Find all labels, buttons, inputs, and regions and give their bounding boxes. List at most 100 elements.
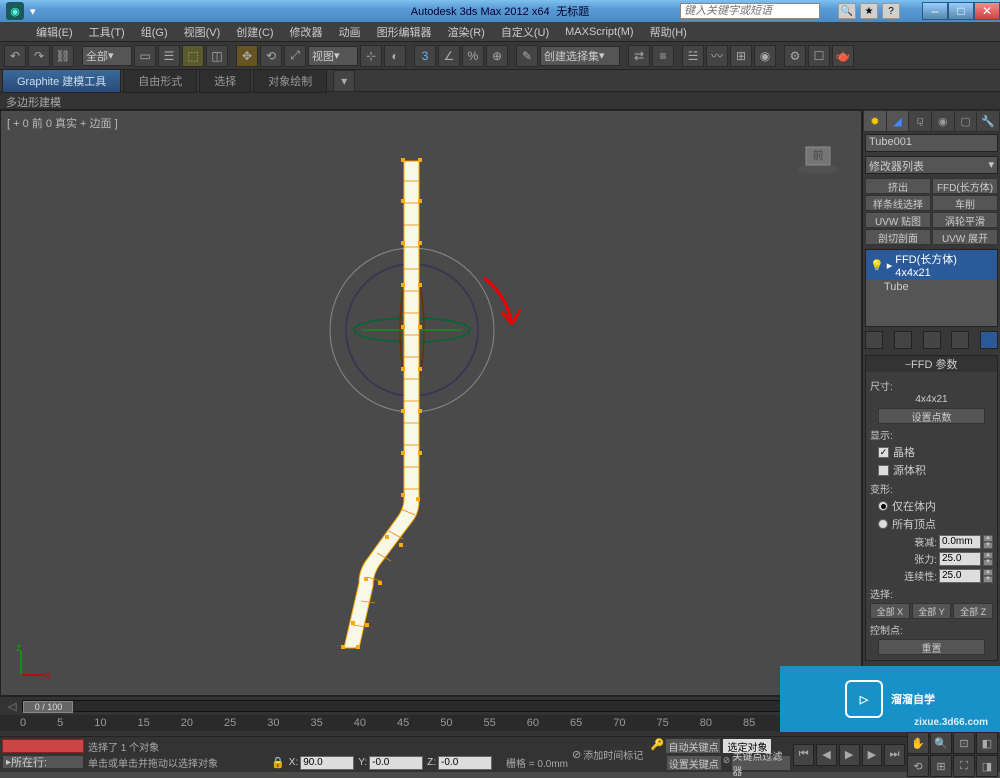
close-button[interactable]: ✕ — [974, 2, 1000, 20]
next-frame-button[interactable]: ▶ — [862, 744, 883, 766]
schematic-button[interactable]: ⊞ — [730, 45, 752, 67]
btn-all-x[interactable]: 全部 X — [870, 603, 910, 619]
render-frame-button[interactable]: ☐ — [808, 45, 830, 67]
zoom-extents-button[interactable]: ⊡ — [953, 732, 975, 754]
pan-button[interactable]: ✋ — [907, 732, 929, 754]
mod-btn-extrude[interactable]: 挤出 — [865, 178, 931, 194]
btn-all-y[interactable]: 全部 Y — [912, 603, 952, 619]
prev-frame-button[interactable]: ◀ — [816, 744, 837, 766]
radio-all[interactable]: 所有顶点 — [878, 516, 993, 532]
ribbon-tab-selection[interactable]: 选择 — [199, 69, 251, 93]
menu-maxscript[interactable]: MAXScript(M) — [559, 24, 639, 40]
stack-item-ffd[interactable]: 💡▸FFD(长方体) 4x4x21 — [866, 250, 997, 280]
mod-btn-turbo[interactable]: 涡轮平滑 — [932, 212, 998, 228]
move-button[interactable]: ✥ — [236, 45, 258, 67]
btn-all-z[interactable]: 全部 Z — [953, 603, 993, 619]
cont-down[interactable]: ▼ — [983, 576, 993, 583]
panel-tab-hierarchy[interactable]: ⚼ — [909, 111, 931, 131]
zoom-button[interactable]: 🔍 — [930, 732, 952, 754]
menu-group[interactable]: 组(G) — [135, 22, 174, 42]
make-unique-button[interactable] — [923, 331, 941, 349]
menu-help[interactable]: 帮助(H) — [644, 22, 693, 42]
play-button[interactable]: ▶ — [839, 744, 860, 766]
panel-tab-modify[interactable]: ◢ — [887, 111, 909, 131]
mirror-button[interactable]: ⇄ — [628, 45, 650, 67]
max-viewport-button[interactable]: ⛶ — [953, 755, 975, 777]
key-filter-button[interactable]: 关键点过滤器 — [731, 755, 791, 771]
spinner-snap[interactable]: ⊕ — [486, 45, 508, 67]
select-name-button[interactable]: ☰ — [158, 45, 180, 67]
key-icon[interactable]: 🔑 — [651, 738, 665, 754]
render-button[interactable]: 🫖 — [832, 45, 854, 67]
scale-button[interactable]: ⤢ — [284, 45, 306, 67]
radio-inside[interactable]: 仅在体内 — [878, 498, 993, 514]
mod-btn-slice[interactable]: 剖切剖面 — [865, 229, 931, 245]
rotate-button[interactable]: ⟲ — [260, 45, 282, 67]
auto-key-button[interactable]: 自动关键点 — [665, 738, 721, 754]
named-sel-edit[interactable]: ✎ — [516, 45, 538, 67]
named-sel-set[interactable]: 创建选择集 ▾ — [540, 46, 620, 66]
ribbon-subtab[interactable]: 多边形建模 — [0, 92, 1000, 110]
goto-start-button[interactable]: ⏮ — [793, 744, 814, 766]
expand-icon[interactable]: ▸ — [887, 259, 893, 272]
panel-tab-display[interactable]: ▢ — [955, 111, 977, 131]
menu-views[interactable]: 视图(V) — [178, 22, 227, 42]
add-time-tag[interactable]: 添加时间标记 — [583, 748, 649, 762]
pivot-button[interactable]: ⊹ — [360, 45, 382, 67]
ribbon-expand[interactable]: ▾ — [333, 70, 355, 92]
menu-customize[interactable]: 自定义(U) — [495, 22, 555, 42]
mod-btn-spline[interactable]: 样条线选择 — [865, 195, 931, 211]
menu-tools[interactable]: 工具(T) — [83, 22, 131, 42]
menu-modifiers[interactable]: 修改器 — [284, 22, 329, 42]
material-editor-button[interactable]: ◉ — [754, 45, 776, 67]
ribbon-tab-paint[interactable]: 对象绘制 — [253, 69, 327, 93]
reset-button[interactable]: 重置 — [878, 639, 985, 655]
mod-btn-uvw[interactable]: UVW 贴图 — [865, 212, 931, 228]
mod-btn-ffd[interactable]: FFD(长方体) — [932, 178, 998, 194]
modifier-list-dropdown[interactable]: 修改器列表▾ — [865, 156, 998, 174]
goto-end-button[interactable]: ⏭ — [884, 744, 905, 766]
coord-x-input[interactable]: 90.0 — [300, 756, 354, 770]
maximize-button[interactable]: □ — [948, 2, 974, 20]
ribbon-tab-freeform[interactable]: 自由形式 — [123, 69, 197, 93]
tension-up[interactable]: ▲ — [983, 552, 993, 559]
panel-tab-utilities[interactable]: 🔧 — [977, 111, 999, 131]
checkbox-lattice[interactable]: ✓晶格 — [878, 444, 993, 460]
time-prev-icon[interactable]: ◁ — [8, 700, 16, 713]
fov-button[interactable]: ◧ — [976, 732, 998, 754]
show-result-button[interactable] — [894, 331, 912, 349]
select-region-button[interactable]: ⬚ — [182, 45, 204, 67]
viewport-front[interactable]: [ + 0 前 0 真实 + 边面 ] 前 z x — [0, 110, 862, 696]
tension-input[interactable]: 25.0 — [939, 552, 981, 566]
menu-animation[interactable]: 动画 — [333, 22, 367, 42]
menu-create[interactable]: 创建(C) — [230, 22, 279, 42]
continuity-input[interactable]: 25.0 — [939, 569, 981, 583]
fav-icon[interactable]: ★ — [860, 3, 878, 19]
ribbon-tab-graphite[interactable]: Graphite 建模工具 — [2, 69, 121, 93]
panel-tab-motion[interactable]: ◉ — [932, 111, 954, 131]
info-icon[interactable]: ? — [882, 3, 900, 19]
window-crossing-button[interactable]: ◫ — [206, 45, 228, 67]
angle-snap[interactable]: ∠ — [438, 45, 460, 67]
curve-editor-button[interactable]: 〰 — [706, 45, 728, 67]
help-search-input[interactable] — [680, 3, 820, 19]
select-button[interactable]: ▭ — [134, 45, 156, 67]
redo-button[interactable]: ↷ — [28, 45, 50, 67]
menu-graph[interactable]: 图形编辑器 — [371, 22, 438, 42]
selection-filter[interactable]: 全部 ▾ — [82, 46, 132, 66]
tension-down[interactable]: ▼ — [983, 559, 993, 566]
remove-mod-button[interactable] — [951, 331, 969, 349]
ref-coord-system[interactable]: 视图 ▾ — [308, 46, 358, 66]
walk-button[interactable]: ◨ — [976, 755, 998, 777]
help-icon[interactable]: 🔍 — [838, 3, 856, 19]
snap-toggle[interactable]: 3 — [414, 45, 436, 67]
time-slider-thumb[interactable]: 0 / 100 — [23, 701, 73, 713]
menu-render[interactable]: 渲染(R) — [442, 22, 491, 42]
percent-snap[interactable]: % — [462, 45, 484, 67]
bulb-icon[interactable]: 💡 — [870, 259, 884, 272]
render-setup-button[interactable]: ⚙ — [784, 45, 806, 67]
orbit-button[interactable]: ⟲ — [907, 755, 929, 777]
mod-btn-lathe[interactable]: 车削 — [932, 195, 998, 211]
modifier-stack[interactable]: 💡▸FFD(长方体) 4x4x21 Tube — [865, 249, 998, 327]
minimize-button[interactable]: – — [922, 2, 948, 20]
